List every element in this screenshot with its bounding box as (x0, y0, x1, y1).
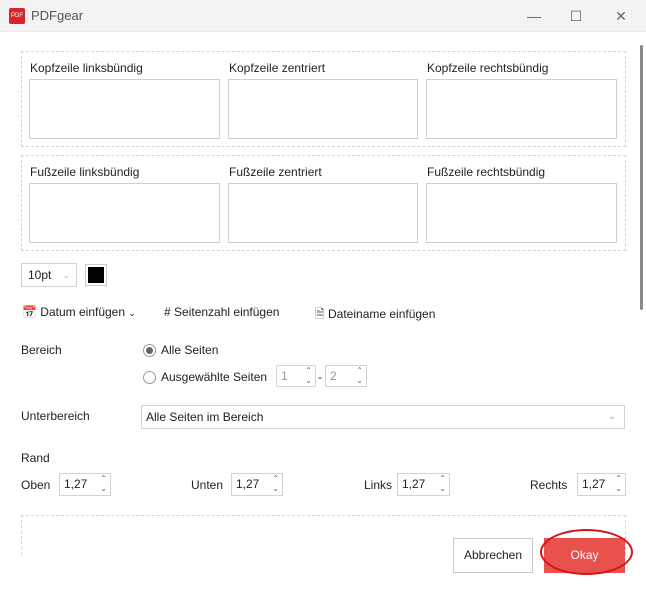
range-label: Bereich (21, 343, 62, 357)
selected-pages-radio[interactable] (143, 371, 156, 384)
range-from-value: 1 (281, 369, 288, 383)
minimize-button[interactable]: — (524, 6, 544, 26)
subrange-value: Alle Seiten im Bereich (146, 410, 264, 424)
hash-icon: # (164, 305, 171, 319)
spinner-arrows-icon[interactable]: ⌃ ⌄ (272, 474, 279, 494)
range-to-input[interactable]: 2 ⌃ ⌄ (325, 365, 367, 387)
scrollbar[interactable] (640, 45, 643, 310)
highlight-ellipse (540, 529, 633, 575)
header-left-label: Kopfzeile linksbündig (30, 61, 143, 75)
margin-bottom-input[interactable]: 1,27 ⌃ ⌄ (231, 473, 283, 496)
spinner-arrows-icon[interactable]: ⌃ ⌄ (100, 474, 107, 494)
font-color-button[interactable] (85, 264, 107, 286)
header-left-input[interactable] (29, 79, 220, 139)
cancel-button[interactable]: Abbrechen (453, 538, 533, 573)
spinner-arrows-icon[interactable]: ⌃ ⌄ (615, 474, 622, 494)
margin-left-label: Links (364, 478, 393, 492)
footer-center-input[interactable] (228, 183, 418, 243)
title-bar: PDF PDFgear — ☐ ✕ (0, 0, 646, 32)
insert-filename-label: Dateiname einfügen (328, 307, 436, 321)
selected-pages-label[interactable]: Ausgewählte Seiten (161, 370, 267, 384)
margin-right-input[interactable]: 1,27 ⌃ ⌄ (577, 473, 626, 496)
close-button[interactable]: ✕ (611, 6, 631, 26)
footer-right-label: Fußzeile rechtsbündig (427, 165, 546, 179)
margin-bottom-label: Unten (191, 478, 224, 492)
range-separator: - (318, 370, 322, 384)
margin-bottom-value: 1,27 (236, 477, 260, 491)
margin-left-value: 1,27 (402, 477, 426, 491)
margin-right-label: Rechts (530, 478, 568, 492)
pdfgear-logo-icon: PDF (9, 8, 25, 24)
header-right-input[interactable] (426, 79, 617, 139)
spinner-arrows-icon[interactable]: ⌃ ⌄ (305, 366, 312, 386)
margin-top-input[interactable]: 1,27 ⌃ ⌄ (59, 473, 111, 496)
insert-date-label: Datum einfügen (40, 305, 126, 319)
margin-right-value: 1,27 (582, 477, 606, 491)
preview-section (21, 515, 626, 555)
insert-filename-button[interactable]: 🗎 Dateiname einfügen (315, 305, 435, 326)
all-pages-radio[interactable] (143, 344, 156, 357)
subrange-label: Unterbereich (21, 409, 90, 423)
chevron-down-icon: ⌄ (607, 411, 616, 422)
all-pages-label[interactable]: Alle Seiten (161, 343, 218, 357)
header-center-input[interactable] (228, 79, 418, 139)
insert-page-number-button[interactable]: # Seitenzahl einfügen (164, 305, 279, 319)
insert-date-button[interactable]: 📅 Datum einfügen ⌄ (22, 305, 136, 319)
chevron-down-icon: ⌄ (128, 308, 136, 318)
spinner-arrows-icon[interactable]: ⌃ ⌄ (356, 366, 363, 386)
maximize-button[interactable]: ☐ (566, 6, 586, 26)
margin-left-input[interactable]: 1,27 ⌃ ⌄ (397, 473, 450, 496)
insert-page-number-label: Seitenzahl einfügen (174, 305, 280, 319)
font-size-select[interactable]: 10pt ⌄ (21, 263, 77, 287)
margin-top-label: Oben (21, 478, 51, 492)
footer-left-input[interactable] (29, 183, 220, 243)
font-size-value: 10pt (28, 268, 52, 282)
chevron-down-icon: ⌄ (62, 270, 70, 280)
range-to-value: 2 (330, 369, 337, 383)
range-from-input[interactable]: 1 ⌃ ⌄ (276, 365, 316, 387)
margin-label: Rand (21, 451, 50, 465)
header-center-label: Kopfzeile zentriert (229, 61, 326, 75)
calendar-icon: 📅 (22, 305, 37, 319)
margin-top-value: 1,27 (64, 477, 88, 491)
document-icon: 🗎 (315, 307, 325, 321)
footer-right-input[interactable] (426, 183, 617, 243)
spinner-arrows-icon[interactable]: ⌃ ⌄ (439, 474, 446, 494)
window-title: PDFgear (31, 8, 84, 23)
header-right-label: Kopfzeile rechtsbündig (427, 61, 549, 75)
footer-center-label: Fußzeile zentriert (229, 165, 322, 179)
footer-left-label: Fußzeile linksbündig (30, 165, 140, 179)
subrange-select[interactable]: Alle Seiten im Bereich ⌄ (141, 405, 625, 429)
